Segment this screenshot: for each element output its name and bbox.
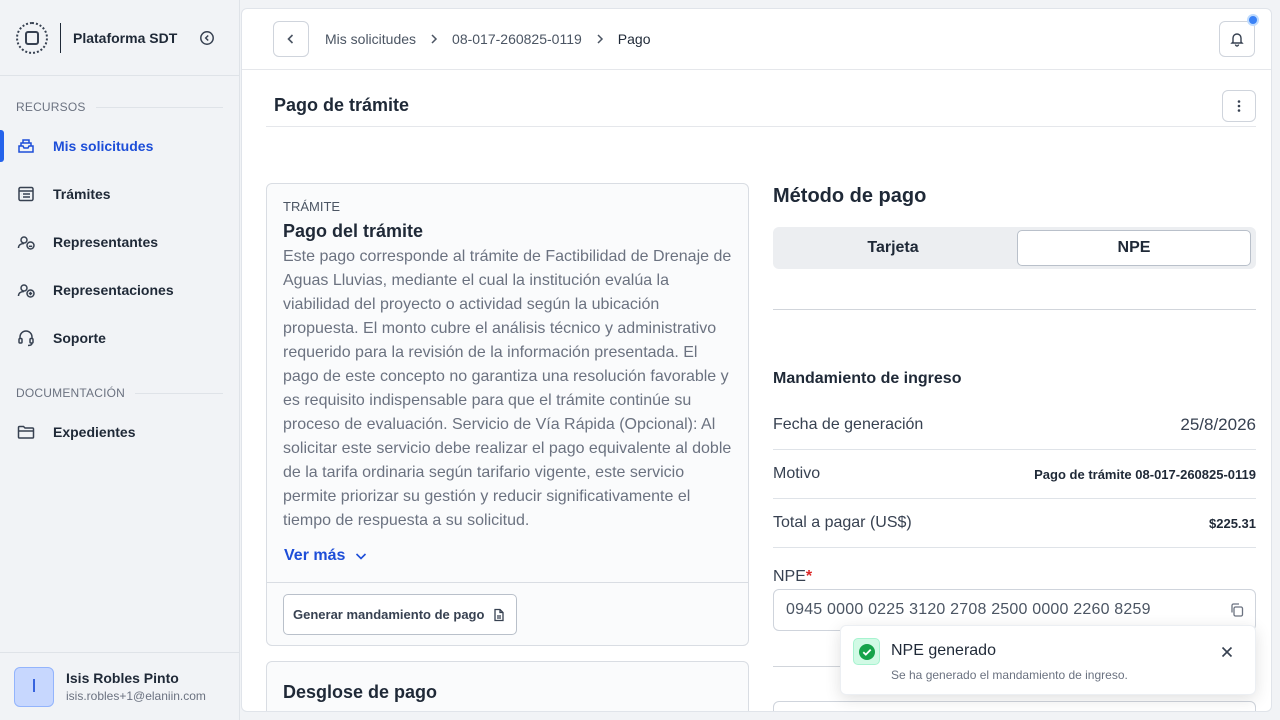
chevron-right-icon xyxy=(597,34,603,44)
chevron-down-icon xyxy=(356,553,367,560)
sidebar-item-label: Soporte xyxy=(53,330,106,346)
npe-label: NPE* xyxy=(773,568,812,586)
list-icon xyxy=(18,186,34,202)
button-label: Generar mandamiento de pago xyxy=(293,607,485,622)
sidebar-item-label: Representaciones xyxy=(53,282,174,298)
detail-label: Fecha de generación xyxy=(773,416,924,433)
sidebar-item-label: Expedientes xyxy=(53,424,136,440)
sidebar-item-expedientes[interactable]: Expedientes xyxy=(0,408,239,456)
divider xyxy=(773,309,1256,310)
procedure-description: Este pago corresponde al trámite de Fact… xyxy=(283,248,732,529)
toast-title: NPE generado xyxy=(891,642,996,659)
tab-tarjeta[interactable]: Tarjeta xyxy=(776,230,1010,266)
users-icon xyxy=(17,236,35,250)
see-more-label: Ver más xyxy=(284,547,346,564)
users-icon xyxy=(17,284,35,298)
government-seal-logo xyxy=(16,21,48,54)
bell-icon xyxy=(1230,33,1244,47)
sidebar-item-soporte[interactable]: Soporte xyxy=(0,314,239,362)
breadcrumb-current: Pago xyxy=(617,31,651,47)
card-title: Desglose de pago xyxy=(283,682,438,702)
sidebar-item-representantes[interactable]: Representantes xyxy=(0,218,239,266)
detail-row-date: Fecha de generación 25/8/2026 xyxy=(773,401,1256,450)
card-footer: Generar mandamiento de pago xyxy=(267,582,748,645)
avatar: I xyxy=(14,666,54,707)
page-header: Pago de trámite xyxy=(266,85,1256,127)
chevron-left-icon xyxy=(287,34,294,44)
sidebar: Plataforma SDT RECURSOS Mis solicitudes … xyxy=(0,0,240,720)
npe-label-text: NPE xyxy=(773,568,806,585)
back-button[interactable] xyxy=(273,21,309,57)
notification-dot xyxy=(1247,14,1259,26)
generate-payment-order-button[interactable]: Generar mandamiento de pago xyxy=(283,594,518,635)
success-icon xyxy=(853,638,880,665)
breadcrumb-link-request[interactable]: 08-017-260825-0119 xyxy=(452,31,582,47)
topbar: Mis solicitudes 08-017-260825-0119 Pago xyxy=(242,9,1271,70)
document-icon xyxy=(494,608,505,621)
detail-label: Motivo xyxy=(773,465,821,482)
sidebar-item-label: Trámites xyxy=(53,186,111,202)
detail-value: 25/8/2026 xyxy=(1180,415,1256,434)
detail-row-total: Total a pagar (US$) $225.31 xyxy=(773,499,1256,548)
divider xyxy=(60,22,61,53)
detail-value: $225.31 xyxy=(1209,515,1256,531)
sidebar-item-mis-solicitudes[interactable]: Mis solicitudes xyxy=(0,122,239,170)
section-label-resources: RECURSOS xyxy=(0,100,239,114)
detail-value: Pago de trámite 08-017-260825-0119 xyxy=(1034,466,1256,482)
sidebar-item-label: Mis solicitudes xyxy=(53,138,154,154)
payment-method-toggle: Tarjeta NPE xyxy=(773,227,1256,269)
hidden-field xyxy=(773,701,1256,711)
procedure-card: TRÁMITE Pago del trámite Este pago corre… xyxy=(266,183,749,646)
main-panel: Mis solicitudes 08-017-260825-0119 Pago … xyxy=(241,8,1272,712)
sidebar-item-label: Representantes xyxy=(53,234,159,250)
detail-label: Total a pagar (US$) xyxy=(773,514,912,531)
folder-icon xyxy=(17,425,35,439)
notifications-button[interactable] xyxy=(1219,14,1259,57)
see-more-link[interactable]: Ver más xyxy=(284,547,369,565)
card-title: Pago del trámite xyxy=(283,221,424,241)
inbox-icon xyxy=(18,139,34,153)
section-label-docs: DOCUMENTACIÓN xyxy=(0,386,239,400)
app-name: Plataforma SDT xyxy=(73,29,178,46)
payment-breakdown-card: Desglose de pago xyxy=(266,661,749,711)
page-title: Pago de trámite xyxy=(274,95,410,115)
copy-icon[interactable] xyxy=(1229,602,1245,618)
user-email: isis.robles+1@elaniin.com xyxy=(66,689,206,703)
close-icon[interactable] xyxy=(1219,644,1235,660)
required-mark: * xyxy=(805,568,813,585)
detail-row-reason: Motivo Pago de trámite 08-017-260825-011… xyxy=(773,450,1256,499)
kebab-menu-icon xyxy=(1237,99,1241,112)
chevron-right-icon xyxy=(431,34,438,44)
payment-method-title: Método de pago xyxy=(773,185,927,207)
breadcrumb: Mis solicitudes 08-017-260825-0119 Pago xyxy=(325,31,650,47)
sidebar-item-representaciones[interactable]: Representaciones xyxy=(0,266,239,314)
sidebar-item-tramites[interactable]: Trámites xyxy=(0,170,239,218)
user-name: Isis Robles Pinto xyxy=(66,670,179,686)
card-eyebrow: TRÁMITE xyxy=(283,199,341,214)
toast-notification: NPE generado Se ha generado el mandamien… xyxy=(840,625,1256,695)
more-options-button[interactable] xyxy=(1222,89,1256,122)
payment-order-title: Mandamiento de ingreso xyxy=(773,370,962,387)
sidebar-header: Plataforma SDT xyxy=(0,0,239,76)
tab-npe[interactable]: NPE xyxy=(1017,230,1251,266)
npe-value: 0945 0000 0225 3120 2708 2500 0000 2260 … xyxy=(786,601,1151,618)
breadcrumb-link-mis-solicitudes[interactable]: Mis solicitudes xyxy=(325,31,416,47)
user-profile[interactable]: I Isis Robles Pinto isis.robles+1@elanii… xyxy=(0,652,240,720)
toast-message: Se ha generado el mandamiento de ingreso… xyxy=(891,668,1128,682)
collapse-sidebar-icon[interactable] xyxy=(199,30,215,46)
headset-icon xyxy=(18,330,34,347)
